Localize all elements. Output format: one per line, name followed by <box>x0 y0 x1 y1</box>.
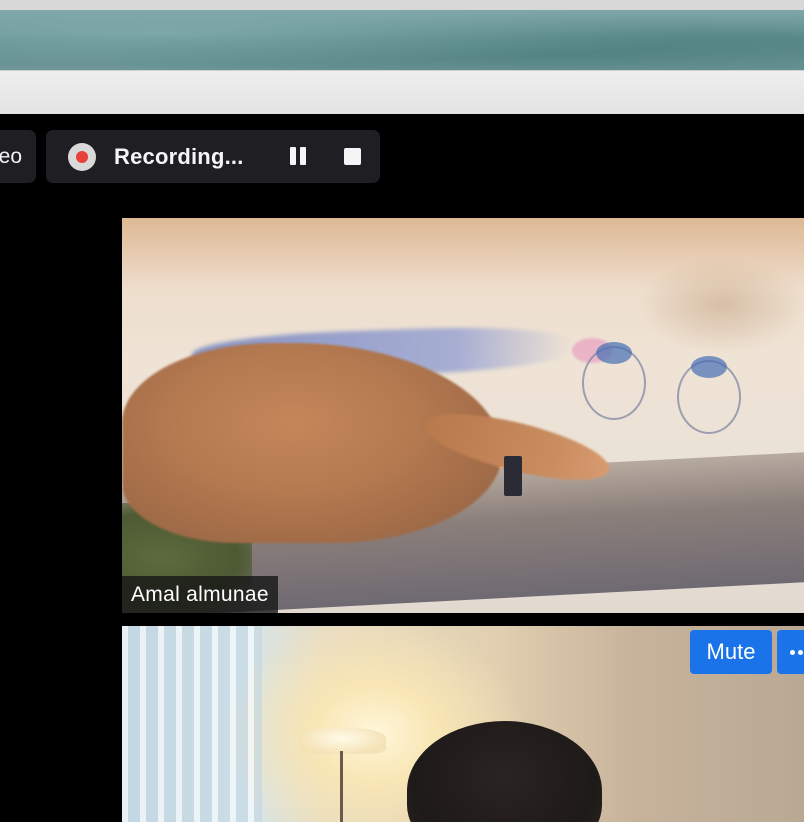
recording-status-pill: Recording... <box>46 130 380 183</box>
video-frame-detail <box>582 342 646 420</box>
video-frame-detail <box>122 218 804 288</box>
video-frame-detail <box>677 356 741 434</box>
window-titlebar[interactable] <box>0 70 804 116</box>
screen: eo Recording... Amal almunae Mute <box>0 0 804 822</box>
video-frame-detail <box>340 751 343 822</box>
pause-recording-button[interactable] <box>289 147 309 167</box>
mute-participant-button[interactable]: Mute <box>690 630 772 674</box>
video-control-pill[interactable]: eo <box>0 130 36 183</box>
record-icon <box>68 143 96 171</box>
desktop-wallpaper <box>0 10 804 70</box>
more-options-icon <box>790 650 795 655</box>
video-frame-detail <box>504 456 522 496</box>
stop-recording-button[interactable] <box>344 148 361 165</box>
pause-icon <box>300 147 306 165</box>
recording-label: Recording... <box>114 144 244 169</box>
video-tile-participant[interactable]: Amal almunae <box>122 218 804 613</box>
participant-name-tag: Amal almunae <box>122 576 278 613</box>
more-options-icon <box>798 650 803 655</box>
video-frame-detail <box>122 626 262 822</box>
meeting-area: eo Recording... Amal almunae <box>0 114 804 822</box>
pause-icon <box>290 147 296 165</box>
video-label: eo <box>0 145 22 168</box>
video-frame-detail <box>407 721 602 822</box>
more-options-button[interactable] <box>777 630 804 674</box>
